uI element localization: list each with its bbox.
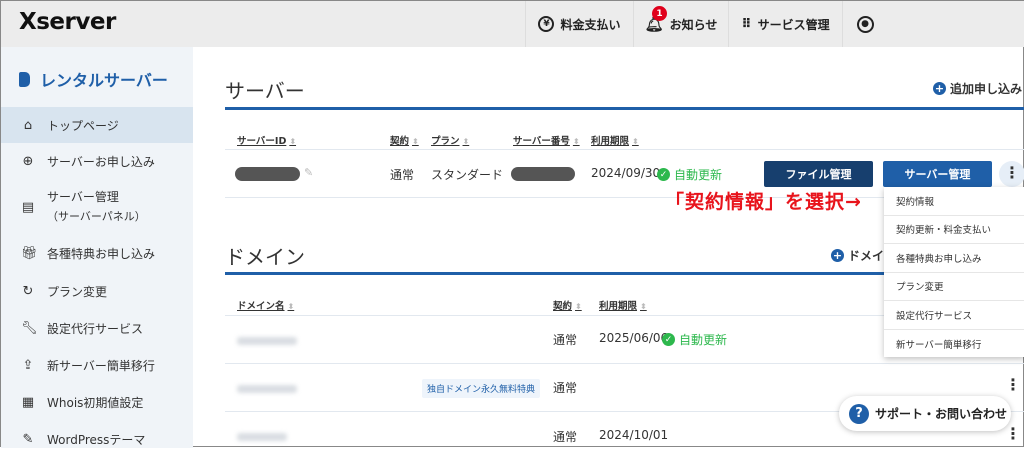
sidebar-item-migration[interactable]: ⇪ 新サーバー簡単移行 xyxy=(1,347,193,383)
domain-expiry: 2025/06/06 xyxy=(599,331,669,345)
menu-item-benefits[interactable]: 各種特典お申し込み xyxy=(884,244,1024,273)
add-domain-link[interactable]: + ドメイ xyxy=(831,247,884,264)
col-domain-expiry[interactable]: 利用期限 ⬍ xyxy=(599,298,647,312)
sidebar-item-benefits[interactable]: 🎁︎ 各種特典お申し込み xyxy=(1,235,193,271)
more-dropdown-menu: 契約情報 契約更新・料金支払い 各種特典お申し込み プラン変更 設定代行サービス… xyxy=(884,187,1024,357)
server-icon: ▤ xyxy=(21,199,35,215)
domain-name-blurred xyxy=(237,433,287,441)
upload-icon: ⇪ xyxy=(22,357,34,373)
plus-circle-icon: ⊕ xyxy=(22,153,34,169)
auto-renew-status: ✓ 自動更新 xyxy=(662,331,727,348)
grid-icon: ⠿ xyxy=(741,16,752,32)
menu-item-migration[interactable]: 新サーバー簡単移行 xyxy=(884,330,1024,359)
row-divider xyxy=(225,149,1024,150)
more-menu-button[interactable]: ⋮ xyxy=(999,161,1024,187)
sidebar-item-setup[interactable]: 🔧︎ 設定代行サービス xyxy=(1,310,193,346)
server-number-masked xyxy=(511,167,575,181)
col-server-id[interactable]: サーバーID ⬍ xyxy=(237,133,296,147)
notifications-button[interactable]: 🔔︎ 1 お知らせ xyxy=(633,1,728,47)
notification-badge: 1 xyxy=(652,6,667,21)
server-heading: サーバー xyxy=(225,79,305,103)
server-plan: スタンダード xyxy=(431,168,504,182)
server-id-masked xyxy=(235,167,300,181)
server-panel-button[interactable]: サーバー管理 xyxy=(883,161,992,187)
wrench-icon: 🔧︎ xyxy=(21,320,38,336)
menu-item-renewal[interactable]: 契約更新・料金支払い xyxy=(884,216,1024,244)
annotation-text: 「契約情報」を選択→ xyxy=(665,191,862,213)
account-button[interactable]: ● xyxy=(842,1,887,47)
domain-name-blurred xyxy=(237,385,297,393)
menu-item-plan-change[interactable]: プラン変更 xyxy=(884,273,1024,301)
sidebar-item-server-apply[interactable]: ⊕ サーバーお申し込み xyxy=(1,143,193,179)
plus-icon: + xyxy=(831,249,844,262)
check-icon: ✓ xyxy=(657,168,670,181)
add-server-link[interactable]: + 追加申し込み xyxy=(933,80,1022,97)
server-logo-icon xyxy=(19,71,30,87)
refresh-icon: ↻ xyxy=(22,283,34,299)
domain-contract: 通常 xyxy=(553,381,578,395)
row-divider xyxy=(225,363,1024,364)
server-expiry: 2024/09/30 xyxy=(591,166,661,180)
yen-icon: ¥ xyxy=(538,16,555,32)
sidebar-item-wordpress[interactable]: ✎ WordPressテーマ xyxy=(1,421,193,457)
col-expiry[interactable]: 利用期限 ⬍ xyxy=(591,133,639,147)
user-icon: ● xyxy=(856,15,874,33)
edit-icon: ✎ xyxy=(22,431,34,447)
check-icon: ✓ xyxy=(662,333,675,346)
row-more-button[interactable]: ⋮ xyxy=(1005,426,1021,442)
pencil-icon[interactable]: ✎ xyxy=(304,166,313,179)
domain-expiry: 2024/10/01 xyxy=(599,428,669,442)
col-domain-name[interactable]: ドメイン名 ⬍ xyxy=(237,298,294,312)
sidebar-item-server-panel[interactable]: ▤ サーバー管理 （サーバーパネル） xyxy=(1,186,193,228)
col-domain-contract[interactable]: 契約 ⬍ xyxy=(553,298,582,312)
services-button[interactable]: ⠿ サービス管理 xyxy=(728,1,842,47)
support-button[interactable]: ? サポート・お問い合わせ xyxy=(839,396,1011,431)
domain-contract: 通常 xyxy=(553,333,578,347)
document-icon: ▦ xyxy=(21,394,35,410)
sidebar-item-top[interactable]: ⌂ トップページ xyxy=(1,107,193,143)
plus-icon: + xyxy=(933,82,946,95)
row-more-button[interactable]: ⋮ xyxy=(1005,377,1021,393)
file-manager-button[interactable]: ファイル管理 xyxy=(764,161,873,187)
sidebar-item-whois[interactable]: ▦ Whois初期値設定 xyxy=(1,384,193,420)
col-plan[interactable]: プラン ⬍ xyxy=(431,133,469,147)
section-divider xyxy=(225,107,1024,110)
auto-renew-status: ✓ 自動更新 xyxy=(657,166,722,183)
domain-heading: ドメイン xyxy=(225,245,305,269)
free-domain-badge: 独自ドメイン永久無料特典 xyxy=(422,379,541,398)
sidebar-title[interactable]: レンタルサーバー xyxy=(19,67,168,91)
col-server-number[interactable]: サーバー番号 ⬍ xyxy=(513,133,580,147)
col-contract[interactable]: 契約 ⬍ xyxy=(390,133,419,147)
server-contract: 通常 xyxy=(390,168,415,182)
sidebar-item-plan[interactable]: ↻ プラン変更 xyxy=(1,273,193,309)
logo[interactable]: Xserver xyxy=(19,9,116,35)
menu-item-contract-info[interactable]: 契約情報 xyxy=(884,187,1024,216)
payment-button[interactable]: ¥ 料金支払い xyxy=(525,1,633,47)
menu-item-setup-service[interactable]: 設定代行サービス xyxy=(884,301,1024,330)
domain-name-blurred xyxy=(237,337,297,345)
domain-contract: 通常 xyxy=(553,430,578,444)
question-icon: ? xyxy=(849,403,869,424)
gift-icon: 🎁︎ xyxy=(21,245,38,261)
home-icon: ⌂ xyxy=(23,117,33,133)
